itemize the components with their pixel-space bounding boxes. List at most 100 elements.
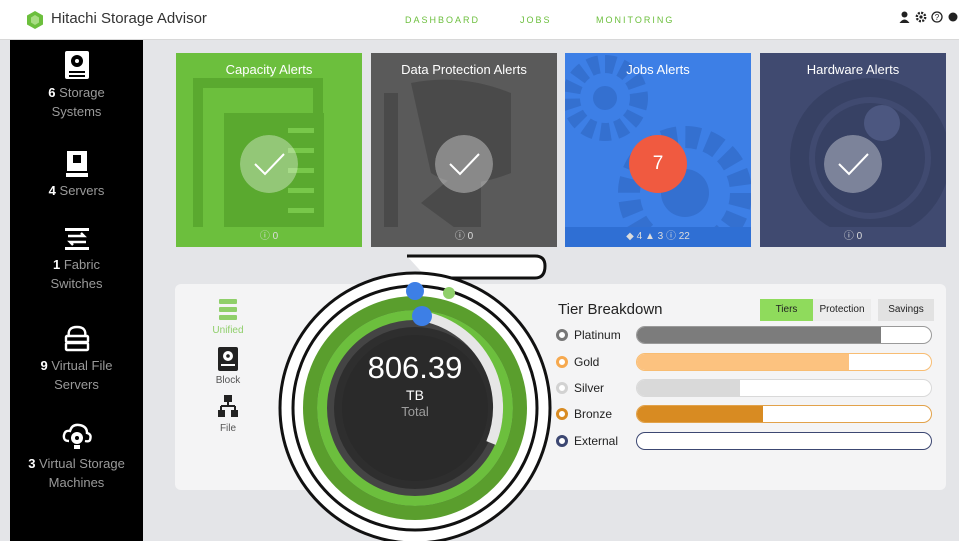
jobs-count-1: 4: [636, 231, 643, 242]
vfs-count: 9: [40, 358, 48, 373]
sidebar: 6 Storage Systems 4 Servers 1 Fabric Swi…: [10, 40, 143, 541]
hardware-alerts-count: 0: [856, 231, 863, 242]
sidebar-item-virtual-file-servers[interactable]: 9 Virtual File Servers: [10, 323, 143, 394]
jobs-alerts-title: Jobs Alerts: [626, 62, 690, 77]
data-protection-alerts-footer: ⓘ 0: [371, 227, 557, 247]
bronze-radio[interactable]: [556, 408, 568, 420]
tier-fill-bronze: [637, 406, 764, 422]
checkmark-icon: [240, 135, 298, 193]
app-window: Hitachi Storage Advisor DASHBOARD JOBS M…: [0, 0, 959, 541]
vsm-label-line2: Machines: [48, 475, 105, 490]
storage-label-line2: Systems: [51, 104, 102, 119]
tier-fill-gold: [637, 354, 849, 370]
virtual-file-server-icon: [64, 325, 89, 352]
tier-bar-external: [636, 432, 932, 450]
vsm-count: 3: [28, 456, 36, 471]
tier-bar-bronze: [636, 405, 932, 423]
switches-label-line2: Switches: [50, 276, 103, 291]
checkmark-icon: [435, 135, 493, 193]
tier-name-gold: Gold: [574, 355, 600, 369]
external-radio[interactable]: [556, 435, 568, 447]
nav-dashboard[interactable]: DASHBOARD: [405, 15, 480, 25]
vfs-label-line2: Servers: [54, 377, 99, 392]
top-right-icons: ?: [898, 11, 959, 26]
virtual-storage-machine-icon: [62, 423, 92, 449]
power-icon[interactable]: [946, 11, 959, 26]
storage-system-icon: [64, 51, 89, 79]
hardware-alerts-title: Hardware Alerts: [806, 62, 900, 77]
switches-count: 1: [53, 257, 61, 272]
info-icon: ⓘ: [665, 231, 676, 242]
tab-savings[interactable]: Savings: [878, 299, 934, 321]
server-icon: [65, 151, 88, 177]
servers-count: 4: [48, 183, 56, 198]
sidebar-item-servers[interactable]: 4 Servers: [10, 150, 143, 200]
tab-tiers[interactable]: Tiers: [760, 299, 813, 321]
storage-label: Storage: [59, 85, 105, 100]
gold-radio[interactable]: [556, 356, 568, 368]
platinum-radio[interactable]: [556, 329, 568, 341]
nav-monitoring[interactable]: MONITORING: [596, 15, 674, 25]
tier-bar-gold: [636, 353, 932, 371]
type-unified-label: Unified: [212, 325, 244, 336]
hitachi-logo-icon: [27, 11, 43, 29]
storage-count: 6: [48, 85, 56, 100]
vsm-label: Virtual Storage: [39, 456, 125, 471]
hardware-alerts-footer: ⓘ 0: [760, 227, 946, 247]
tier-bar-silver: [636, 379, 932, 397]
jobs-alerts-tile[interactable]: Jobs Alerts 7 ◆ 4 ▲ 3 ⓘ 22: [565, 53, 751, 247]
nav-jobs[interactable]: JOBS: [520, 15, 552, 25]
total-capacity-unit: TB: [406, 387, 424, 403]
info-icon: ⓘ: [454, 231, 465, 242]
tier-row-bronze: Bronze: [556, 404, 936, 424]
type-file[interactable]: File: [193, 394, 263, 434]
jobs-count-2: 3: [657, 231, 664, 242]
tier-breakdown-title: Tier Breakdown: [558, 301, 663, 318]
fabric-switch-icon: [64, 228, 89, 250]
diamond-icon: ◆: [626, 231, 634, 242]
type-block-label: Block: [215, 375, 241, 386]
total-capacity-value: 806.39: [367, 350, 463, 385]
tier-row-silver: Silver: [556, 378, 936, 398]
capacity-alerts-count: 0: [272, 231, 279, 242]
tier-bar-platinum: [636, 326, 932, 344]
info-icon: ⓘ: [259, 231, 270, 242]
hardware-alerts-tile[interactable]: Hardware Alerts ⓘ 0: [760, 53, 946, 247]
jobs-alerts-footer: ◆ 4 ▲ 3 ⓘ 22: [565, 227, 751, 247]
sidebar-item-virtual-storage-machines[interactable]: 3 Virtual Storage Machines: [10, 421, 143, 492]
capacity-alerts-title: Capacity Alerts: [225, 62, 313, 77]
tier-fill-platinum: [637, 327, 882, 343]
switches-label: Fabric: [63, 257, 100, 272]
tier-name-external: External: [574, 434, 619, 448]
block-icon: [218, 347, 238, 371]
tier-row-gold: Gold: [556, 352, 936, 372]
silver-radio[interactable]: [556, 382, 568, 394]
capacity-alerts-footer: ⓘ 0: [176, 227, 362, 247]
tier-fill-silver: [637, 380, 740, 396]
tier-name-platinum: Platinum: [574, 328, 621, 342]
sidebar-item-fabric-switches[interactable]: 1 Fabric Switches: [10, 226, 143, 293]
data-protection-alerts-count: 0: [467, 231, 474, 242]
gear-icon[interactable]: [914, 11, 927, 26]
app-title: Hitachi Storage Advisor: [51, 10, 207, 27]
svg-text:?: ?: [934, 13, 939, 22]
data-protection-alerts-tile[interactable]: Data Protection Alerts ⓘ 0: [371, 53, 557, 247]
type-block[interactable]: Block: [193, 346, 263, 386]
vfs-label: Virtual File: [51, 358, 113, 373]
top-bar: Hitachi Storage Advisor DASHBOARD JOBS M…: [0, 0, 959, 40]
data-protection-alerts-title: Data Protection Alerts: [401, 62, 527, 77]
help-icon[interactable]: ?: [930, 11, 943, 26]
type-file-label: File: [219, 423, 237, 434]
capacity-alerts-tile[interactable]: Capacity Alerts ⓘ 0: [176, 53, 362, 247]
user-icon[interactable]: [898, 11, 911, 26]
sidebar-item-storage-systems[interactable]: 6 Storage Systems: [10, 50, 143, 121]
type-unified[interactable]: Unified: [193, 298, 263, 336]
triangle-icon: ▲: [644, 231, 655, 242]
tier-row-external: External: [556, 431, 936, 451]
servers-label: Servers: [59, 183, 105, 198]
info-icon: ⓘ: [843, 231, 854, 242]
jobs-alerts-badge: 7: [629, 135, 687, 193]
tier-row-platinum: Platinum: [556, 325, 936, 345]
checkmark-icon: [824, 135, 882, 193]
tab-protection[interactable]: Protection: [813, 299, 871, 321]
